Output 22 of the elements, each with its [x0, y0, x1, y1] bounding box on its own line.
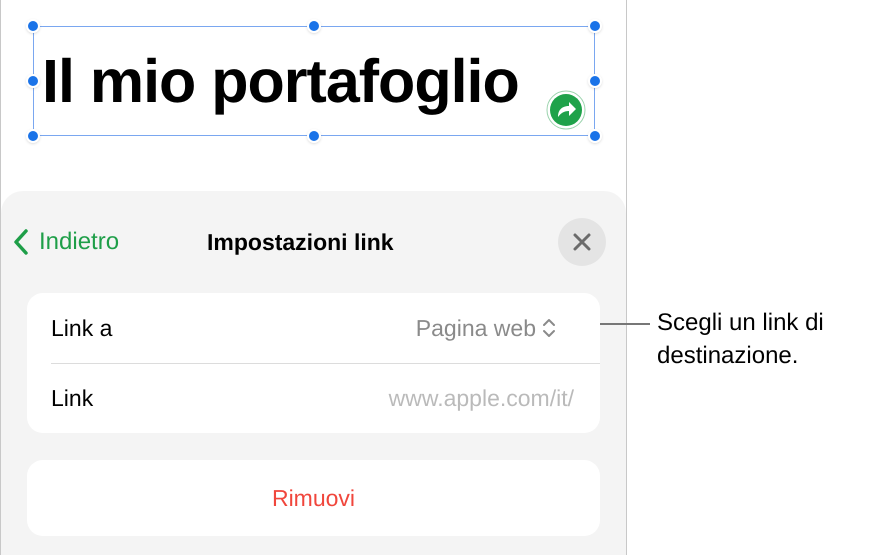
resize-handle[interactable] [588, 129, 602, 143]
resize-handle[interactable] [588, 74, 602, 88]
sheet-title: Impostazioni link [207, 228, 394, 257]
setting-label: Link [51, 384, 94, 414]
resize-handle[interactable] [26, 129, 40, 143]
link-type-popup[interactable]: Pagina web [416, 310, 556, 346]
callout-text: Scegli un link di destinazione. [657, 308, 825, 371]
setting-label: Link a [51, 314, 112, 343]
resize-handle[interactable] [26, 74, 40, 88]
up-down-chevron-icon [542, 317, 556, 339]
text-box[interactable]: Il mio portafoglio [33, 26, 595, 136]
resize-handle[interactable] [588, 19, 602, 33]
back-button[interactable]: Indietro [13, 224, 120, 260]
close-icon [572, 232, 592, 252]
resize-handle[interactable] [307, 129, 321, 143]
resize-handle[interactable] [307, 19, 321, 33]
leader-line [600, 323, 650, 325]
url-field[interactable]: www.apple.com/it/ [388, 381, 574, 416]
resize-handle[interactable] [26, 19, 40, 33]
remove-button[interactable]: Rimuovi [27, 460, 600, 536]
close-button[interactable] [558, 218, 606, 266]
chevron-left-icon [13, 228, 29, 256]
